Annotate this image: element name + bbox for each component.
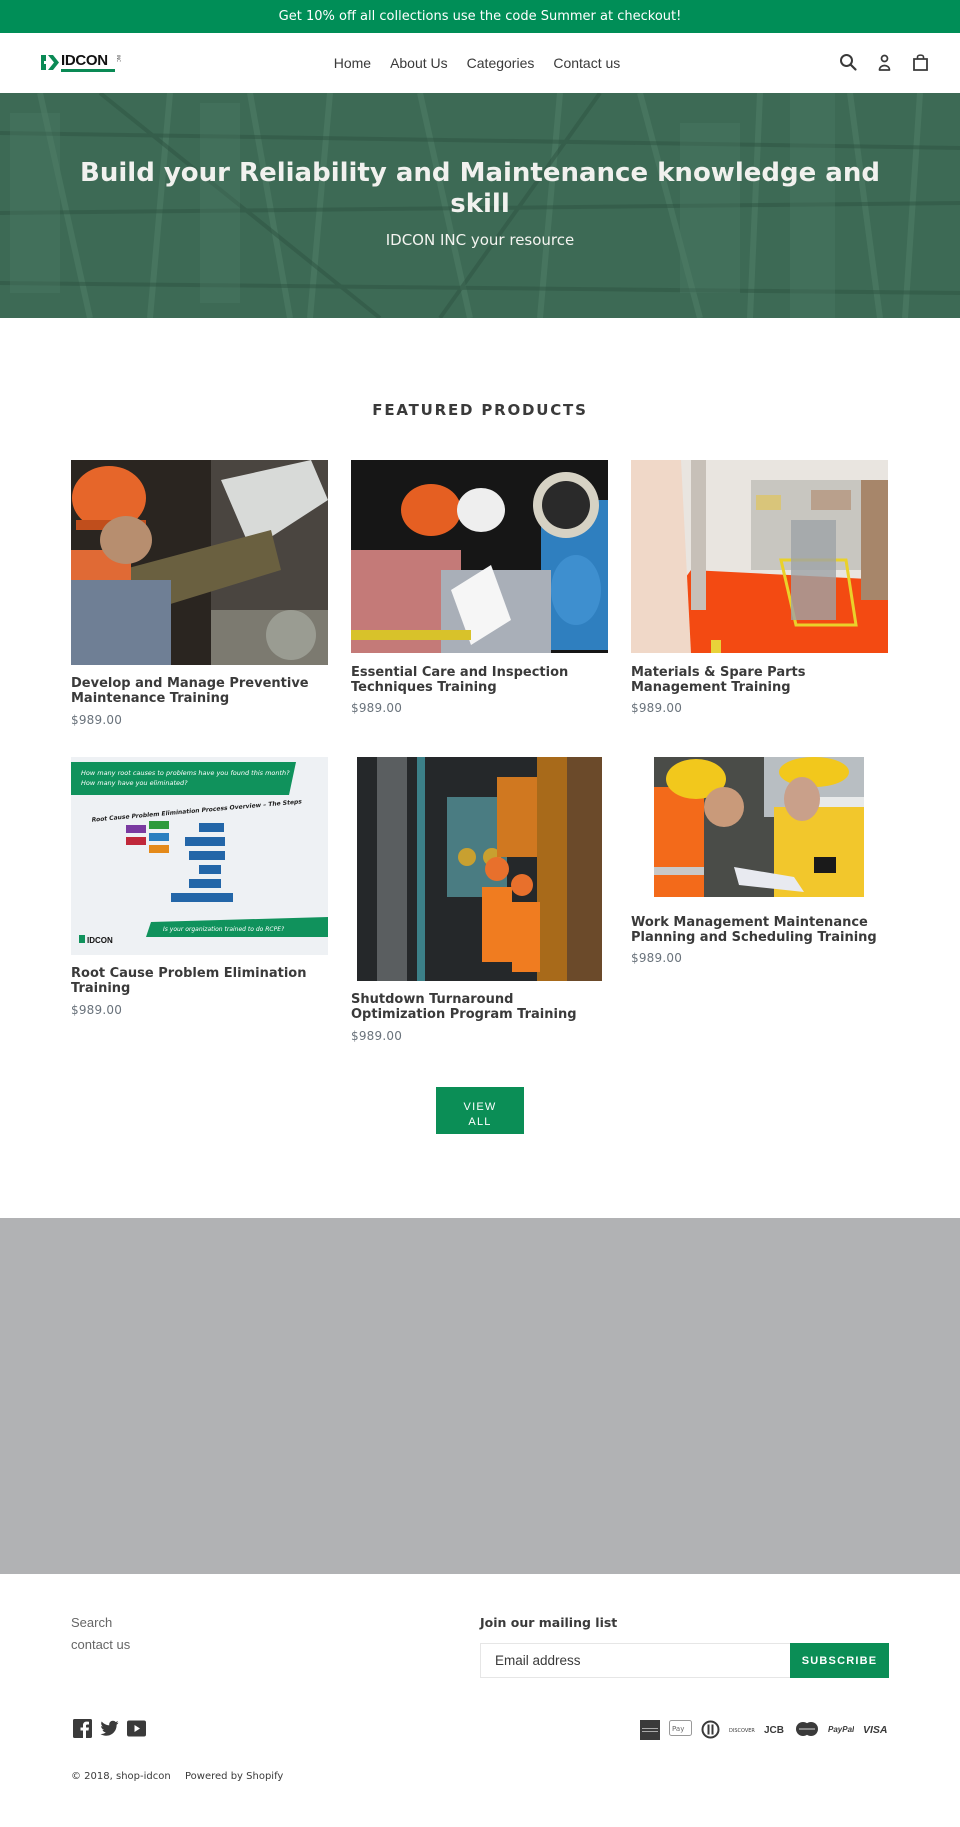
american-express-icon — [640, 1720, 660, 1740]
paypal-icon: PayPal — [828, 1720, 855, 1738]
header-icons — [838, 52, 931, 73]
svg-text:IDCON: IDCON — [87, 936, 113, 945]
footer-link-search[interactable]: Search — [71, 1615, 112, 1630]
nav-categories[interactable]: Categories — [467, 55, 535, 71]
discover-icon: DISCOVER — [729, 1720, 755, 1738]
product-title[interactable]: Essential Care and Inspection Techniques… — [351, 665, 611, 695]
social-links — [73, 1719, 146, 1738]
slide-question-2: How many have you eliminated? — [81, 779, 188, 787]
product-title[interactable]: Shutdown Turnaround Optimization Program… — [351, 992, 611, 1022]
product-title[interactable]: Root Cause Problem Elimination Training — [71, 966, 331, 996]
product-price: $989.00 — [71, 713, 123, 727]
nav-home[interactable]: Home — [334, 55, 371, 71]
paypal-text: PayPal — [828, 1725, 854, 1734]
product-image[interactable] — [631, 460, 888, 653]
twitter-icon[interactable] — [100, 1719, 119, 1738]
payment-icons: Pay DISCOVER JCB PayPal VISA — [640, 1720, 889, 1740]
site-header: IDCON INC Home About Us Categories Conta… — [0, 33, 960, 93]
youtube-icon[interactable] — [127, 1719, 146, 1738]
product-price: $989.00 — [631, 701, 683, 715]
product-image[interactable] — [71, 460, 328, 665]
mastercard-icon — [795, 1720, 819, 1738]
product-price: $989.00 — [351, 1029, 403, 1043]
product-title[interactable]: Materials & Spare Parts Management Train… — [631, 665, 891, 695]
product-price: $989.00 — [71, 1003, 123, 1017]
discover-text: DISCOVER — [729, 1728, 755, 1734]
apple-pay-text: Pay — [672, 1725, 684, 1733]
featured-products-heading: FEATURED PRODUCTS — [372, 401, 588, 419]
powered-by-shopify-link[interactable]: Powered by Shopify — [185, 1771, 283, 1782]
subscribe-button[interactable]: SUBSCRIBE — [790, 1643, 889, 1678]
jcb-text: JCB — [764, 1725, 784, 1736]
product-image[interactable] — [357, 757, 602, 981]
product-price: $989.00 — [631, 951, 683, 965]
diners-club-icon — [701, 1720, 720, 1739]
search-icon[interactable] — [838, 52, 859, 73]
slide-bottom: Is your organization trained to do RCPE? — [163, 926, 285, 933]
product-title[interactable]: Develop and Manage Preventive Maintenanc… — [71, 676, 331, 706]
image-placeholder-section — [0, 1218, 960, 1574]
view-all-button[interactable]: VIEW ALL — [436, 1087, 524, 1134]
jcb-icon: JCB — [764, 1720, 786, 1738]
product-image[interactable] — [654, 757, 864, 897]
product-title[interactable]: Work Management Maintenance Planning and… — [631, 915, 891, 945]
mailing-list-heading: Join our mailing list — [480, 1615, 618, 1630]
copyright-text: © 2018, shop-idcon — [71, 1771, 171, 1782]
product-image[interactable] — [351, 460, 608, 653]
view-all-label-line2: ALL — [468, 1116, 492, 1128]
email-input[interactable] — [480, 1643, 790, 1678]
product-image[interactable]: How many root causes to problems have yo… — [71, 757, 328, 955]
facebook-icon[interactable] — [73, 1719, 92, 1738]
visa-icon: VISA — [863, 1720, 889, 1738]
apple-pay-icon: Pay — [669, 1720, 692, 1738]
footer-link-contact-us[interactable]: contact us — [71, 1637, 130, 1652]
hero-subtitle: IDCON INC your resource — [385, 231, 575, 249]
announcement-bar: Get 10% off all collections use the code… — [0, 0, 960, 33]
account-icon[interactable] — [874, 52, 895, 73]
cart-icon[interactable] — [910, 52, 931, 73]
nav-about-us[interactable]: About Us — [390, 55, 448, 71]
view-all-label-line1: VIEW — [463, 1101, 497, 1113]
product-price: $989.00 — [351, 701, 403, 715]
hero-banner: Build your Reliability and Maintenance k… — [0, 93, 960, 318]
hero-title: Build your Reliability and Maintenance k… — [80, 158, 880, 219]
announcement-text: Get 10% off all collections use the code… — [278, 9, 682, 24]
slide-question-1: How many root causes to problems have yo… — [81, 769, 290, 777]
main-nav: Home About Us Categories Contact us — [0, 33, 960, 93]
visa-text: VISA — [863, 1724, 888, 1736]
nav-contact-us[interactable]: Contact us — [553, 55, 620, 71]
